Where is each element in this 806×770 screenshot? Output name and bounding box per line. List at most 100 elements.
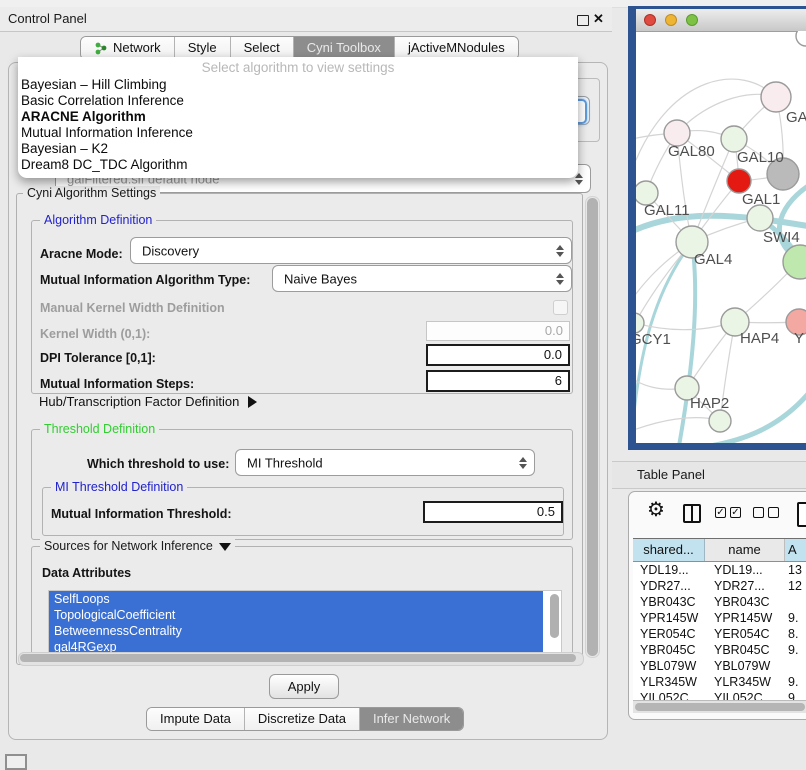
algorithm-option[interactable]: Bayesian – K2 <box>18 141 578 157</box>
attribute-item-selected[interactable]: SelfLoops <box>49 591 543 607</box>
network-node-label: Y <box>794 330 804 347</box>
aracne-mode-combobox[interactable]: Discovery <box>130 237 572 264</box>
gear-icon[interactable]: ⚙ <box>647 500 665 520</box>
network-icon <box>94 41 108 55</box>
network-node[interactable] <box>636 313 644 333</box>
network-graph[interactable]: GALGAL80GAL10GAL1GAL11SWI4GAL4GCY1HAP4YH… <box>636 31 806 443</box>
which-threshold-combobox[interactable]: MI Threshold <box>235 449 535 476</box>
network-node[interactable] <box>727 169 751 193</box>
aracne-mode-value: Discovery <box>142 243 199 258</box>
node-table: shared...nameA YDL19...YDL19...13YDR27..… <box>633 538 806 714</box>
apply-button[interactable]: Apply <box>269 674 339 699</box>
table-cell: YPR145W <box>705 610 785 626</box>
scrollbar-thumb[interactable] <box>20 654 576 662</box>
kernel-width-field[interactable]: 0.0 <box>426 321 570 341</box>
settings-horizontal-scrollbar[interactable] <box>18 652 584 666</box>
bottom-tab-discretize-data[interactable]: Discretize Data <box>244 708 359 730</box>
table-row[interactable]: YIL052CYIL052C9 <box>633 690 806 700</box>
cyni-bottom-tabbar: Impute DataDiscretize DataInfer Network <box>146 707 464 731</box>
deselect-all-checkboxes-icon[interactable] <box>753 507 779 518</box>
column-header[interactable]: shared... <box>633 539 705 561</box>
attribute-item-selected[interactable]: BetweennessCentrality <box>49 623 543 639</box>
tab-style[interactable]: Style <box>174 37 230 59</box>
settings-group-title: Cyni Algorithm Settings <box>23 186 160 200</box>
mi-threshold-field[interactable]: 0.5 <box>423 501 563 523</box>
collapse-down-icon[interactable] <box>219 543 231 551</box>
cyni-algorithm-settings-group: Cyni Algorithm Settings Algorithm Defini… <box>16 193 583 665</box>
algorithm-option[interactable]: Mutual Information Inference <box>18 125 578 141</box>
tab-network[interactable]: Network <box>81 37 174 59</box>
table-cell <box>785 594 806 610</box>
scrollbar-thumb[interactable] <box>587 198 598 656</box>
table-row[interactable]: YER054CYER054C8. <box>633 626 806 642</box>
mini-float-square[interactable] <box>5 754 27 770</box>
network-edge[interactable] <box>636 418 720 432</box>
network-node-label: GAL80 <box>668 143 715 160</box>
network-node-label: GAL <box>786 109 806 126</box>
bottom-tab-impute-data[interactable]: Impute Data <box>147 708 244 730</box>
algorithm-option[interactable]: Bayesian – Hill Climbing <box>18 77 578 93</box>
table-row[interactable]: YDR27...YDR27...12 <box>633 578 806 594</box>
table-cell: YBR045C <box>633 642 705 658</box>
network-node[interactable] <box>761 82 791 112</box>
table-row[interactable]: YDL19...YDL19...13 <box>633 562 806 578</box>
algorithm-option[interactable]: Dream8 DC_TDC Algorithm <box>18 157 578 173</box>
scrollbar-thumb[interactable] <box>635 703 805 711</box>
sources-group: Sources for Network Inference Data Attri… <box>31 546 573 659</box>
table-row[interactable]: YPR145WYPR145W9. <box>633 610 806 626</box>
network-node[interactable] <box>747 205 773 231</box>
network-canvas[interactable]: GALGAL80GAL10GAL1GAL11SWI4GAL4GCY1HAP4YH… <box>636 31 806 443</box>
dpi-tolerance-field[interactable]: 0.0 <box>426 344 570 366</box>
dropdown-items: Bayesian – Hill ClimbingBasic Correlatio… <box>18 77 578 173</box>
control-panel-titlebar: Control Panel ✕ <box>0 7 612 32</box>
network-edge[interactable] <box>679 242 695 443</box>
table-cell: YBR045C <box>705 642 785 658</box>
table-cell: 8. <box>785 626 806 642</box>
column-header[interactable]: name <box>705 539 785 561</box>
algorithm-option[interactable]: Basic Correlation Inference <box>18 93 578 109</box>
column-header[interactable]: A <box>785 539 806 561</box>
tab-jactivemnodules[interactable]: jActiveMNodules <box>394 37 518 59</box>
list-scrollbar-thumb[interactable] <box>550 594 559 638</box>
attribute-item-selected[interactable]: TopologicalCoefficient <box>49 607 543 623</box>
data-attributes-list[interactable]: SelfLoopsTopologicalCoefficientBetweenne… <box>48 590 562 658</box>
select-all-checkboxes-icon[interactable]: ✓ ✓ <box>715 507 741 518</box>
network-window-titlebar[interactable] <box>636 9 806 32</box>
table-row[interactable]: YLR345WYLR345W9. <box>633 674 806 690</box>
mi-algorithm-type-combobox[interactable]: Naive Bayes <box>272 265 572 292</box>
tab-label: Network <box>113 37 161 59</box>
table-row[interactable]: YBR043CYBR043C <box>633 594 806 610</box>
table-row[interactable]: YBR045CYBR045C9. <box>633 642 806 658</box>
table-cell: YER054C <box>705 626 785 642</box>
hub-definition-expander[interactable]: Hub/Transcription Factor Definition <box>39 394 257 409</box>
split-columns-icon[interactable] <box>683 504 701 523</box>
table-row[interactable]: YBL079WYBL079W <box>633 658 806 674</box>
bottom-tab-infer-network[interactable]: Infer Network <box>359 708 463 730</box>
minimize-button[interactable] <box>665 14 677 26</box>
network-node-label: GAL10 <box>737 149 784 166</box>
network-node-label: GAL1 <box>742 191 780 208</box>
float-panel-icon[interactable] <box>577 15 589 26</box>
algorithm-option[interactable]: ARACNE Algorithm <box>18 109 578 125</box>
table-horizontal-scrollbar[interactable] <box>633 700 806 713</box>
table-cell: YDR27... <box>705 578 785 594</box>
zoom-button[interactable] <box>686 14 698 26</box>
network-node[interactable] <box>796 31 806 46</box>
table-cell: 9. <box>785 642 806 658</box>
mi-threshold-group: MI Threshold Definition Mutual Informati… <box>42 487 564 536</box>
kernel-width-label: Kernel Width (0,1): <box>40 327 150 341</box>
close-panel-icon[interactable]: ✕ <box>593 11 604 27</box>
unchecked-checkbox-icon <box>753 507 764 518</box>
manual-kernel-checkbox[interactable] <box>553 300 568 315</box>
dpi-tolerance-label: DPI Tolerance [0,1]: <box>40 351 156 365</box>
document-icon[interactable] <box>797 502 806 527</box>
close-button[interactable] <box>644 14 656 26</box>
mi-steps-field[interactable]: 6 <box>426 370 570 392</box>
tab-select[interactable]: Select <box>230 37 293 59</box>
tab-cyni-toolbox[interactable]: Cyni Toolbox <box>293 37 394 59</box>
algorithm-dropdown-popup: Select algorithm to view settings Bayesi… <box>18 57 578 178</box>
aracne-mode-label: Aracne Mode: <box>40 247 123 261</box>
settings-vertical-scrollbar[interactable] <box>585 196 600 658</box>
table-cell: YBL079W <box>633 658 705 674</box>
network-node[interactable] <box>709 410 731 432</box>
